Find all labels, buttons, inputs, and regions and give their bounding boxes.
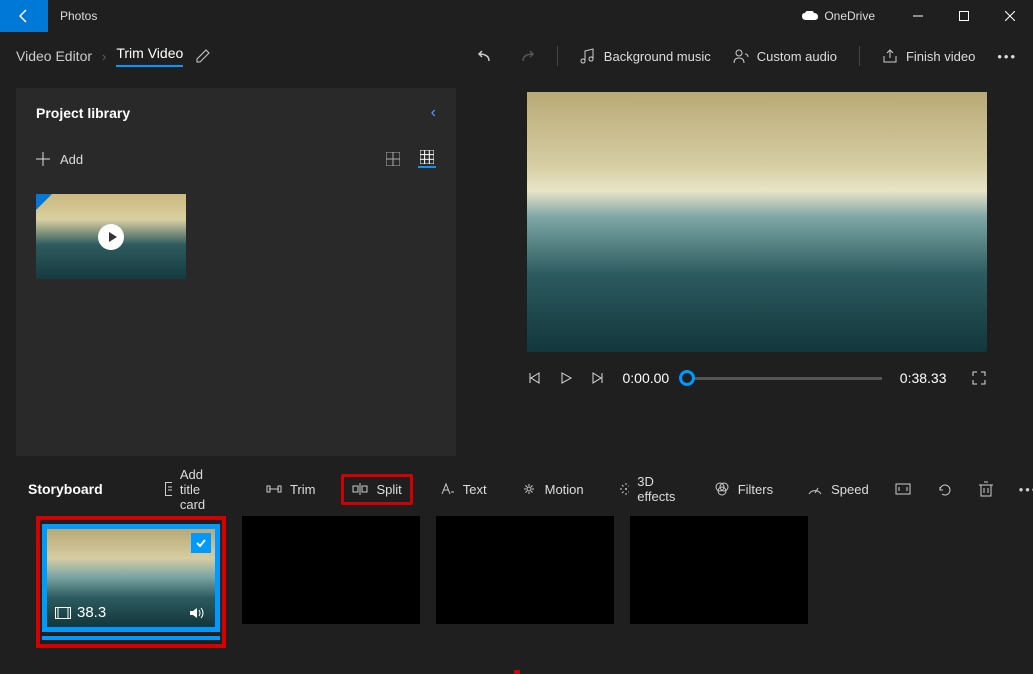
onedrive-status[interactable]: OneDrive [802,9,895,23]
playback-controls: 0:00.00 0:38.33 [527,370,987,386]
seek-slider[interactable] [687,377,882,380]
export-icon [882,48,898,64]
storyboard-more-button[interactable]: ••• [1019,482,1033,497]
app-title: Photos [48,9,97,23]
3d-effects-button[interactable]: 3D effects [610,469,688,509]
storyboard-toolbar: Storyboard Add title card Trim Split Tex… [0,466,1033,512]
split-button[interactable]: Split [341,474,412,505]
delete-button[interactable] [979,481,993,497]
text-button[interactable]: Text [431,477,495,502]
storyboard-clips: 38.3 [0,512,1033,668]
trim-button[interactable]: Trim [258,477,324,502]
edit-name-button[interactable] [195,48,211,64]
next-frame-button[interactable] [591,371,605,385]
breadcrumb-root[interactable]: Video Editor [16,48,92,64]
chevron-right-icon: › [102,49,106,64]
minimize-button[interactable] [895,0,941,32]
preview-panel: 0:00.00 0:38.33 [496,88,1017,456]
motion-button[interactable]: Motion [513,477,592,502]
collapse-library-button[interactable]: ‹ [431,104,436,122]
plus-icon [36,152,50,166]
add-title-card-button[interactable]: Add title card [157,462,222,517]
divider [557,46,558,66]
filters-button[interactable]: Filters [706,477,781,502]
music-icon [580,48,596,64]
selection-bar [42,636,220,640]
main-toolbar: Video Editor › Trim Video Background mus… [0,32,1033,80]
check-icon [191,533,211,553]
custom-audio-button[interactable]: Custom audio [733,48,837,64]
storyboard-clip[interactable] [630,516,808,624]
maximize-button[interactable] [941,0,987,32]
add-media-button[interactable]: Add [36,152,83,167]
play-overlay-icon [98,224,124,250]
clip-duration: 38.3 [55,604,106,621]
finish-video-button[interactable]: Finish video [882,48,975,64]
play-button[interactable] [559,371,573,385]
breadcrumb-current[interactable]: Trim Video [116,45,183,67]
storyboard-clip[interactable]: 38.3 [42,524,220,632]
storyboard-clip[interactable] [242,516,420,624]
person-audio-icon [733,48,749,64]
speed-icon [807,482,823,496]
effects-icon [618,482,630,496]
title-bar: Photos OneDrive [0,0,1033,32]
title-card-icon [165,482,172,496]
undo-button[interactable] [477,47,495,65]
motion-icon [521,482,537,496]
speed-button[interactable]: Speed [799,477,877,502]
more-button[interactable]: ••• [997,49,1017,64]
background-music-button[interactable]: Background music [580,48,711,64]
rotate-button[interactable] [937,482,953,496]
resize-button[interactable] [895,482,911,496]
redo-button[interactable] [517,47,535,65]
project-library-panel: Project library ‹ Add [16,88,456,456]
filters-icon [714,482,730,496]
close-button[interactable] [987,0,1033,32]
film-icon [55,607,71,619]
fullscreen-button[interactable] [971,370,987,386]
trim-icon [266,482,282,496]
back-button[interactable] [0,0,48,32]
current-time: 0:00.00 [623,370,670,386]
prev-frame-button[interactable] [527,371,541,385]
divider [859,46,860,66]
storyboard-title: Storyboard [28,481,103,497]
grid-view-button[interactable] [418,150,436,168]
storyboard-clip[interactable] [436,516,614,624]
cloud-icon [802,11,818,21]
total-time: 0:38.33 [900,370,947,386]
breadcrumb: Video Editor › Trim Video [16,45,183,67]
onedrive-label: OneDrive [824,9,875,23]
scroll-indicator [514,670,520,674]
split-icon [352,482,368,496]
list-view-button[interactable] [384,150,402,168]
text-icon [439,482,455,496]
library-title: Project library [36,105,130,121]
video-preview[interactable] [527,92,987,352]
volume-icon[interactable] [189,606,207,620]
selected-clip-highlight: 38.3 [36,516,226,648]
seek-knob[interactable] [679,370,695,386]
library-media-item[interactable] [36,194,186,279]
